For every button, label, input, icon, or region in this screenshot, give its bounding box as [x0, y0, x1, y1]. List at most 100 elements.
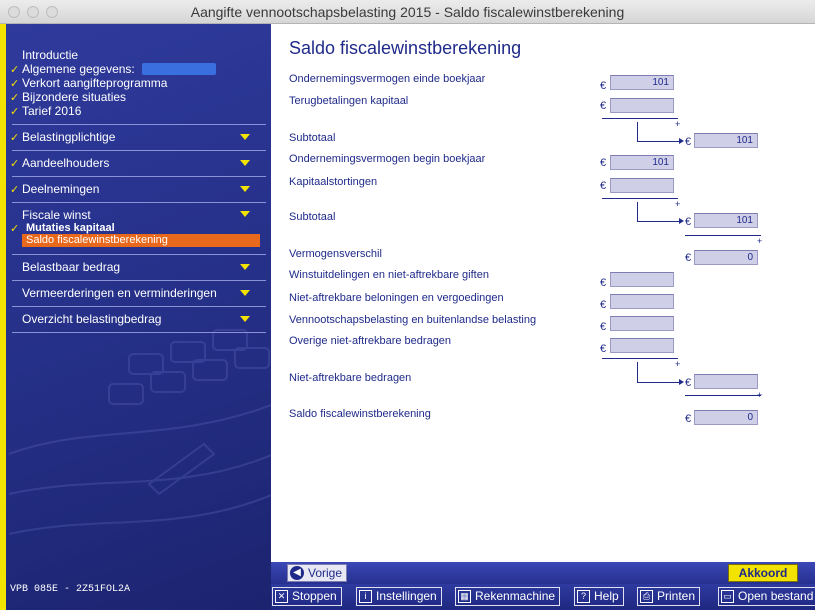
sidebar-item-deelnemingen[interactable]: Deelnemingen — [22, 182, 99, 196]
label-vpb-buitenland: Vennootschapsbelasting en buitenlandse b… — [289, 314, 537, 326]
help-label: Help — [594, 589, 619, 603]
sidebar-item-verkort[interactable]: Verkort aangifteprogramma — [22, 76, 167, 90]
euro-sign: € — [600, 180, 607, 192]
sidebar-item-introductie[interactable]: Introductie — [22, 48, 78, 62]
input-ov-begin[interactable]: 101 — [610, 155, 674, 170]
connector-line — [637, 362, 638, 382]
version-code: VPB 085E - 2Z51FOL2A — [10, 584, 131, 595]
instellingen-button[interactable]: i Instellingen — [356, 587, 442, 606]
input-kapitaalstortingen[interactable] — [610, 178, 674, 193]
rekenmachine-button[interactable]: ▦ Rekenmachine — [455, 587, 561, 606]
input-terugbetalingen[interactable] — [610, 98, 674, 113]
sum-line — [602, 358, 678, 359]
plus-sign: + — [675, 119, 681, 129]
navigation-bar: ◀ Vorige Akkoord — [271, 562, 815, 584]
input-overige[interactable] — [610, 338, 674, 353]
label-niet-aftrekbaar: Niet-aftrekbare bedragen — [289, 372, 412, 384]
plus-sign: + — [675, 199, 681, 209]
label-terugbetalingen: Terugbetalingen kapitaal — [289, 95, 409, 107]
input-beloningen[interactable] — [610, 294, 674, 309]
output-saldo: 0 — [694, 410, 758, 425]
euro-sign: € — [685, 136, 692, 148]
sidebar-item-aandeelhouders[interactable]: Aandeelhouders — [22, 156, 109, 170]
divider — [12, 202, 266, 203]
sum-line — [602, 118, 678, 119]
sidebar-item-belastingplichtige[interactable]: Belastingplichtige — [22, 130, 115, 144]
open-bestand-label: Open bestand — [738, 589, 814, 603]
sidebar-item-tarief[interactable]: Tarief 2016 — [22, 104, 81, 118]
euro-sign: € — [600, 157, 607, 169]
connector-line — [637, 122, 638, 141]
arrow-left-icon: ◀ — [290, 566, 304, 580]
chevron-down-icon[interactable] — [240, 160, 250, 166]
label-subtotaal-1: Subtotaal — [289, 132, 336, 144]
printen-button[interactable]: ⎙ Printen — [637, 587, 701, 606]
sidebar-item-bijzondere[interactable]: Bijzondere situaties — [22, 90, 126, 104]
divider — [12, 280, 266, 281]
input-vpb-buitenland[interactable] — [610, 316, 674, 331]
app-window: Aangifte vennootschapsbelasting 2015 - S… — [0, 0, 815, 610]
checkmark-icon: ✓ — [10, 78, 20, 90]
page-title: Saldo fiscalewinstberekening — [289, 38, 522, 58]
label-ov-begin: Ondernemingsvermogen begin boekjaar — [289, 153, 486, 165]
chevron-down-icon[interactable] — [240, 290, 250, 296]
connector-line — [637, 382, 679, 383]
label-winstuitdelingen: Winstuitdelingen en niet-aftrekbare gift… — [289, 269, 489, 281]
checkmark-icon: ✓ — [10, 106, 20, 118]
arrow-right-icon — [679, 138, 684, 144]
checkmark-icon: ✓ — [10, 158, 20, 170]
label-kapitaalstortingen: Kapitaalstortingen — [289, 176, 378, 188]
euro-sign: € — [600, 299, 607, 311]
output-subtotaal-1: 101 — [694, 133, 758, 148]
sidebar-item-belastbaar-bedrag[interactable]: Belastbaar bedrag — [22, 260, 120, 274]
output-subtotaal-2: 101 — [694, 213, 758, 228]
plus-sign: + — [675, 359, 681, 369]
sidebar-subitem-mutaties-kapitaal[interactable]: Mutaties kapitaal — [26, 222, 115, 234]
sidebar-item-algemene-gegevens[interactable]: Algemene gegevens: — [22, 62, 135, 76]
akkoord-button[interactable]: Akkoord — [728, 564, 798, 582]
label-beloningen: Niet-aftrekbare beloningen en vergoeding… — [289, 292, 504, 304]
euro-sign: € — [685, 377, 692, 389]
input-winstuitdelingen[interactable] — [610, 272, 674, 287]
label-ov-einde: Ondernemingsvermogen einde boekjaar — [289, 73, 486, 85]
form-panel: Saldo fiscalewinstberekening Onderneming… — [271, 24, 815, 562]
euro-sign: € — [600, 321, 607, 333]
previous-button[interactable]: ◀ Vorige — [287, 564, 348, 582]
calculator-icon: ▦ — [458, 590, 471, 603]
euro-sign: € — [600, 80, 607, 92]
chevron-down-icon[interactable] — [240, 316, 250, 322]
sidebar-item-fiscale-winst[interactable]: Fiscale winst — [22, 208, 91, 222]
divider — [12, 254, 266, 255]
help-icon: ? — [577, 590, 590, 603]
arrow-right-icon — [679, 379, 684, 385]
open-bestand-button[interactable]: ▭ Open bestand — [718, 587, 815, 606]
label-subtotaal-2: Subtotaal — [289, 211, 336, 223]
checkmark-icon: ✓ — [10, 223, 20, 235]
close-icon: ✕ — [275, 590, 288, 603]
euro-sign: € — [600, 100, 607, 112]
sidebar-item-vermeerderingen[interactable]: Vermeerderingen en verminderingen — [22, 286, 217, 300]
connector-line — [637, 221, 679, 222]
input-ov-einde[interactable]: 101 — [610, 75, 674, 90]
checkmark-icon: ✓ — [10, 132, 20, 144]
sidebar-subitem-saldo-active[interactable]: Saldo fiscalewinstberekening — [22, 234, 260, 247]
printer-icon: ⎙ — [640, 590, 653, 603]
label-vermogensverschil: Vermogensverschil — [289, 248, 382, 260]
previous-button-label: Vorige — [308, 566, 343, 580]
title-bar: Aangifte vennootschapsbelasting 2015 - S… — [0, 0, 815, 24]
rekenmachine-label: Rekenmachine — [475, 589, 556, 603]
chevron-down-icon[interactable] — [240, 211, 250, 217]
divider — [12, 176, 266, 177]
chevron-down-icon[interactable] — [240, 186, 250, 192]
help-button[interactable]: ? Help — [574, 587, 624, 606]
plus-sign: + — [757, 236, 763, 246]
chevron-down-icon[interactable] — [240, 264, 250, 270]
arrow-right-icon — [679, 218, 684, 224]
divider — [12, 332, 266, 333]
euro-sign: € — [600, 277, 607, 289]
stoppen-button[interactable]: ✕ Stoppen — [272, 587, 342, 606]
chevron-down-icon[interactable] — [240, 134, 250, 140]
sidebar-item-overzicht[interactable]: Overzicht belastingbedrag — [22, 312, 161, 326]
stoppen-label: Stoppen — [292, 589, 337, 603]
folder-icon: ▭ — [721, 590, 734, 603]
